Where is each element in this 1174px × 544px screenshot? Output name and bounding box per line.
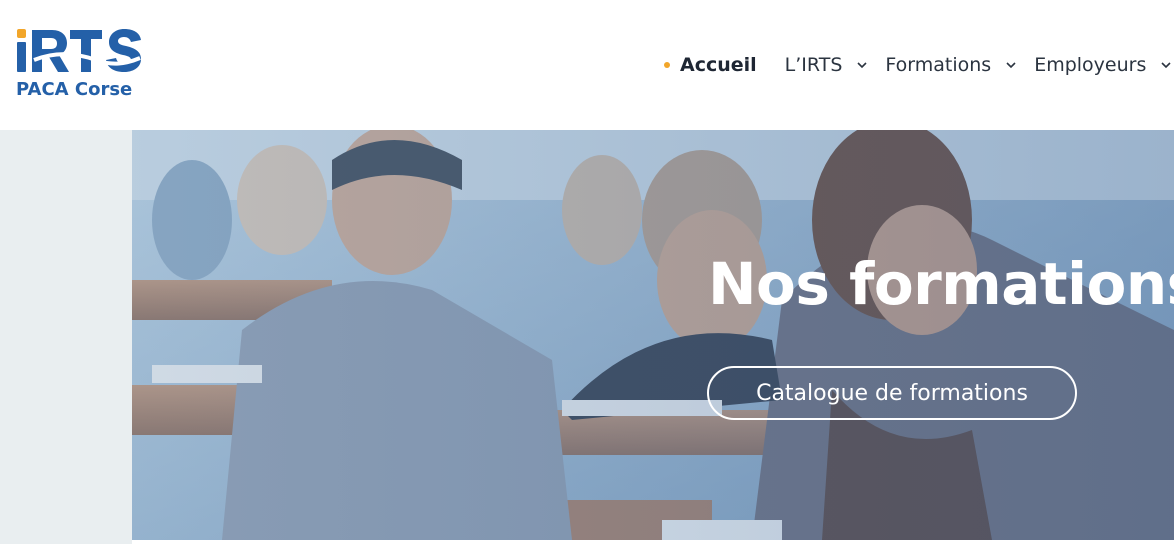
active-indicator-dot bbox=[664, 62, 670, 68]
nav-item-irts[interactable]: L’IRTS bbox=[785, 54, 869, 76]
irts-logo[interactable]: PACA Corse bbox=[14, 26, 154, 106]
hero-banner: Nos formations Catalogue de formations bbox=[132, 130, 1174, 540]
nav-item-accueil[interactable]: Accueil bbox=[664, 54, 757, 76]
nav-item-label: Employeurs bbox=[1034, 54, 1147, 76]
nav-item-label: L’IRTS bbox=[784, 54, 843, 76]
main-nav: Accueil L’IRTS Formations Employeurs bbox=[664, 52, 1172, 78]
site-header: PACA Corse Accueil L’IRTS Formations Emp… bbox=[0, 0, 1174, 130]
irts-logo-mark bbox=[17, 29, 141, 72]
nav-item-label: Accueil bbox=[680, 54, 757, 76]
hero-bottom-edge bbox=[132, 540, 1174, 544]
logo-subtitle: PACA Corse bbox=[16, 79, 133, 100]
left-margin-strip bbox=[0, 130, 132, 544]
nav-item-employeurs[interactable]: Employeurs bbox=[1034, 54, 1172, 76]
chevron-down-icon[interactable] bbox=[1160, 59, 1172, 71]
chevron-down-icon[interactable] bbox=[1005, 59, 1017, 71]
chevron-down-icon[interactable] bbox=[856, 59, 868, 71]
hero-color-overlay bbox=[132, 130, 1174, 540]
nav-item-label: Formations bbox=[885, 54, 992, 76]
nav-item-formations[interactable]: Formations bbox=[885, 54, 1017, 76]
hero-title: Nos formations bbox=[708, 250, 1174, 318]
catalogue-button[interactable]: Catalogue de formations bbox=[707, 366, 1077, 420]
